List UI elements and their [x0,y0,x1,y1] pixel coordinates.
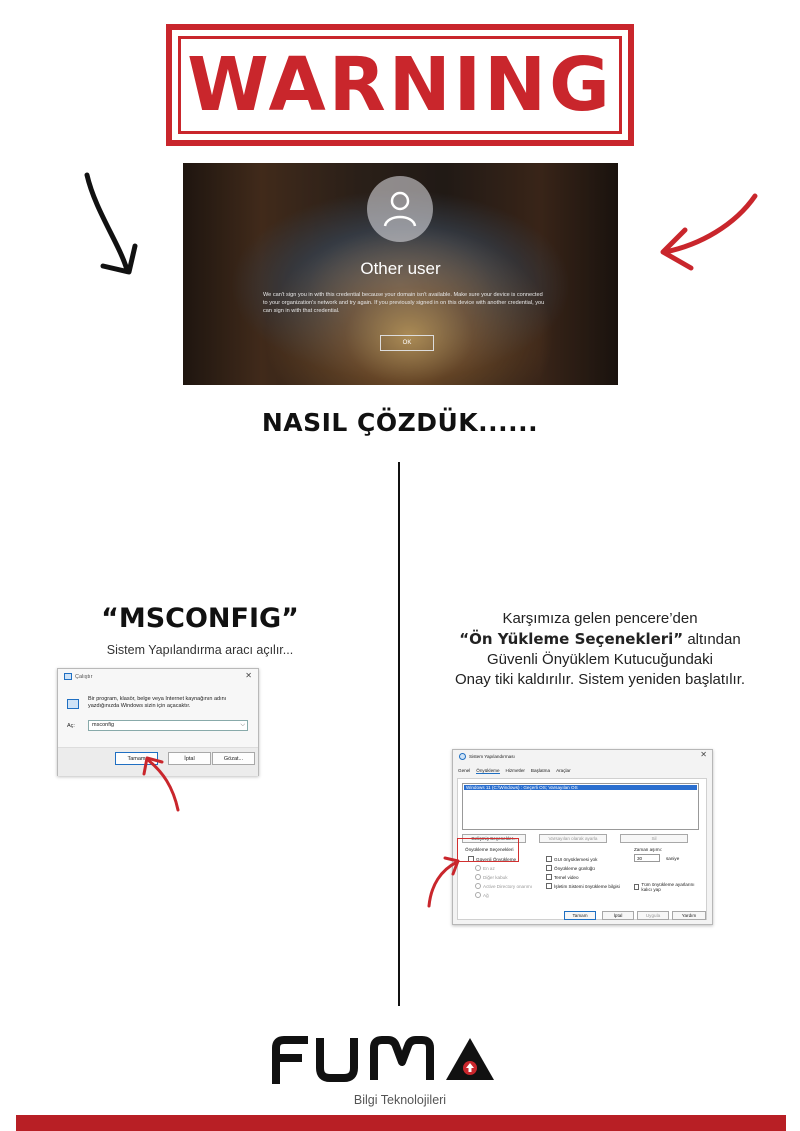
os-list-item[interactable]: Windows 11 (C:\Windows) : Geçerli OS; Va… [464,785,697,790]
timeout-label: Zaman aşımı: [634,847,663,852]
logo-tagline: Bilgi Teknolojileri [353,1093,447,1107]
checkbox-label: İşletim Sistemi önyükleme bilgisi [554,883,620,889]
instructions-line-2: “Ön Yükleme Seçenekleri” altından [400,629,800,650]
tab-boot[interactable]: Önyükleme [476,768,500,774]
tab-tools[interactable]: Araçlar [556,768,571,774]
no-gui-boot-checkbox[interactable]: GUI önyüklemesi yok [546,856,597,862]
msconfig-titlebar: Sistem Yapılandırması [459,753,515,760]
run-app-icon [64,673,72,680]
safe-boot-highlight [457,838,519,862]
delete-button[interactable]: Sil [620,834,688,843]
make-permanent-checkbox[interactable]: Tüm önyükleme ayarlarını kalıcı yap [634,882,704,892]
tab-general[interactable]: Genel [458,768,470,774]
tab-startup[interactable]: Başlatma [531,768,550,774]
checkbox-label: Tüm önyükleme ayarlarını kalıcı yap [641,882,695,892]
radio-ad-repair[interactable]: Active Directory onarımı [475,883,532,889]
instructions-line-4: Onay tiki kaldırılır. Sistem yeniden baş… [454,671,746,688]
arrow-black-icon [84,172,138,275]
run-description: Bir program, klasör, belge veya Internet… [88,696,227,709]
msconfig-title: Sistem Yapılandırması [469,754,515,759]
checkbox-label: Temel video [554,874,579,880]
radio-label: Ağ [483,892,489,898]
arrow-red-icon [427,856,460,908]
login-screenshot: Other user We can't sign you in with thi… [183,163,618,385]
set-default-button[interactable]: Varsayılan olarak ayarla [539,834,607,843]
warning-stamp: WARNING [178,36,622,134]
os-boot-info-checkbox[interactable]: İşletim Sistemi önyükleme bilgisi [546,883,620,889]
seconds-label: saniye [666,856,680,861]
open-label: Aç: [67,723,75,729]
radio-minimal[interactable]: En az [475,865,495,871]
run-dialog-titlebar: Çalıştır [64,673,92,680]
warning-title: WARNING [187,42,613,128]
login-ok-button[interactable]: OK [380,335,434,351]
user-icon [367,176,433,242]
radio-alternate-shell[interactable]: Diğer kabuk [475,874,508,880]
timeout-input[interactable]: 30 [634,854,660,862]
os-list[interactable]: Windows 11 (C:\Windows) : Geçerli OS; Va… [462,783,699,830]
login-error-message: We can't sign you in with this credentia… [263,292,545,314]
cancel-button[interactable]: İptal [602,911,634,920]
radio-network[interactable]: Ağ [475,892,489,898]
radio-label: Active Directory onarımı [483,883,533,889]
msconfig-app-icon [459,753,466,760]
chevron-down-icon[interactable]: ⌵ [240,721,245,730]
boot-options-highlight: “Ön Yükleme Seçenekleri” [459,630,684,648]
radio-label: Diğer kabuk [483,874,508,880]
run-command-input[interactable]: msconfig ⌵ [88,720,248,731]
page-heading: NASIL ÇÖZDÜK...... [261,408,539,437]
close-icon[interactable]: ✕ [700,750,707,759]
footer-bar [16,1115,786,1131]
tab-services[interactable]: Hizmetler [506,768,525,774]
help-button[interactable]: Yardım [672,911,706,920]
checkbox-label: GUI önyüklemesi yok [554,856,598,862]
radio-label: En az [483,865,495,871]
run-app-icon [67,699,79,709]
run-dialog-title: Çalıştır [75,673,93,680]
arrow-red-icon [660,193,758,271]
base-video-checkbox[interactable]: Temel video [546,874,579,880]
checkbox-label: Önyükleme günlüğü [554,865,595,871]
command-subtitle: Sistem Yapılandırma aracı açılır... [106,643,294,657]
instructions-line-1: Karşımıza gelen pencere’den [502,610,698,627]
msconfig-tabs: Genel Önyükleme Hizmetler Başlatma Araçl… [458,768,571,774]
fuma-logo [272,1036,494,1084]
instructions-line-3: Güvenli Önyüklem Kutucuğundaki [487,651,713,668]
close-icon[interactable]: ✕ [245,671,252,680]
command-title: “MSCONFIG” [101,603,299,634]
boot-log-checkbox[interactable]: Önyükleme günlüğü [546,865,595,871]
msconfig-dialog: Sistem Yapılandırması ✕ Genel Önyükleme … [452,749,713,925]
arrow-red-icon [142,756,180,812]
apply-button[interactable]: Uygula [637,911,669,920]
browse-button[interactable]: Gözat... [212,752,255,765]
ok-button[interactable]: Tamam [564,911,596,920]
run-command-value: msconfig [92,722,115,728]
column-divider [398,462,400,1006]
login-username: Other user [360,259,441,278]
instructions-text: Karşımıza gelen pencere’den “Ön Yükleme … [400,609,800,690]
instructions-line-2-rest: altından [683,631,741,648]
